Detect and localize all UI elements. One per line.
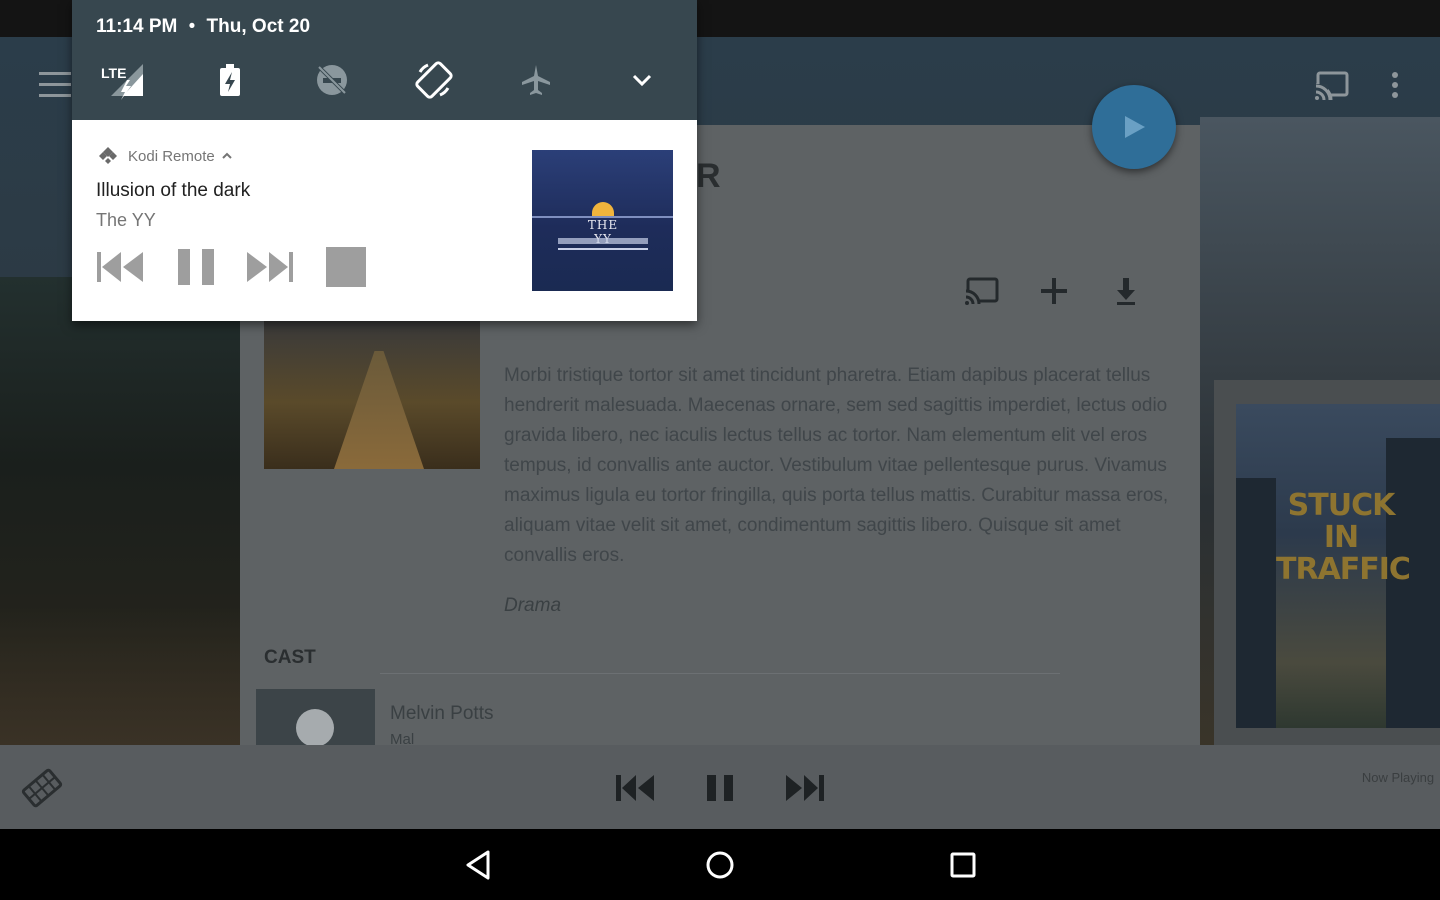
next-item-poster-title: STUCK IN TRAFFIC (1276, 488, 1411, 587)
card-action-bar (960, 271, 1160, 311)
status-separator: • (188, 16, 196, 37)
stop-button[interactable] (320, 244, 372, 290)
album-art-text: THE YY (587, 218, 619, 246)
notification-media-controls (94, 244, 394, 290)
next-item-poster: STUCK IN TRAFFIC (1236, 404, 1440, 728)
pause-button[interactable] (170, 244, 222, 290)
skip-next-icon (786, 775, 824, 801)
skip-previous-icon (616, 775, 654, 801)
battery-charging-icon[interactable] (204, 56, 256, 104)
status-time: 11:14 PM (96, 16, 178, 37)
now-playing-button[interactable]: Now Playing (1360, 769, 1436, 787)
skip-next-icon (247, 252, 293, 282)
cast-photo (256, 689, 375, 749)
page-title: R (696, 157, 722, 195)
notification-track-title: Illusion of the dark (96, 180, 251, 201)
pause-icon (178, 249, 214, 285)
play-button[interactable] (1092, 85, 1176, 169)
system-nav-bar (0, 829, 1440, 900)
skip-next-button[interactable] (780, 763, 830, 813)
chevron-down-icon[interactable] (616, 56, 668, 104)
chevron-up-icon[interactable] (221, 152, 233, 160)
cast-list-item[interactable]: Melvin Potts Mal (256, 689, 756, 749)
quick-settings: 11:14 PM • Thu, Oct 20 LTE (72, 0, 697, 120)
cast-icon[interactable] (960, 271, 1004, 311)
cast-heading: CAST (264, 647, 316, 668)
genre-label: Drama (504, 595, 562, 616)
media-notification[interactable]: Kodi Remote Illusion of the dark The YY … (72, 120, 697, 321)
play-icon (1125, 116, 1145, 138)
notification-shade: 11:14 PM • Thu, Oct 20 LTE Kodi Remote I… (72, 0, 697, 321)
recents-button[interactable] (941, 843, 985, 887)
kodi-icon (99, 147, 117, 164)
cast-icon[interactable] (1308, 65, 1356, 105)
plus-icon[interactable] (1032, 271, 1076, 311)
skip-previous-button[interactable] (94, 244, 146, 290)
cast-name: Melvin Potts (390, 703, 494, 724)
background-scene-left (0, 277, 240, 747)
do-not-disturb-icon[interactable] (306, 56, 358, 104)
quick-settings-row: LTE (96, 56, 676, 104)
next-item-card[interactable]: STUCK IN TRAFFIC (1214, 380, 1440, 749)
lte-signal-icon[interactable]: LTE (96, 56, 148, 104)
airplane-mode-icon[interactable] (510, 56, 562, 104)
playback-bar: Now Playing (0, 745, 1440, 829)
description-text: Morbi tristique tortor sit amet tincidun… (504, 365, 1169, 566)
pause-button[interactable] (695, 763, 745, 813)
notification-artist: The YY (96, 210, 156, 230)
lte-label: LTE (101, 65, 126, 81)
cast-divider (380, 673, 1060, 674)
skip-previous-button[interactable] (610, 763, 660, 813)
home-button[interactable] (698, 843, 742, 887)
download-icon[interactable] (1104, 271, 1148, 311)
status-clock: 11:14 PM • Thu, Oct 20 (96, 16, 310, 38)
back-icon (466, 850, 490, 880)
home-icon (706, 851, 734, 879)
more-vert-icon[interactable] (1378, 65, 1412, 105)
back-button[interactable] (456, 843, 500, 887)
pause-icon (707, 775, 733, 801)
recents-icon (950, 852, 976, 878)
skip-next-button[interactable] (244, 244, 296, 290)
playback-controls (610, 763, 840, 813)
album-art: THE YY (532, 150, 673, 291)
stop-icon (326, 247, 366, 287)
movie-poster (264, 321, 480, 469)
notification-app-name: Kodi Remote (128, 147, 215, 165)
remote-icon[interactable] (18, 765, 66, 811)
status-date: Thu, Oct 20 (206, 16, 311, 37)
auto-rotate-icon[interactable] (408, 56, 460, 104)
notification-header: Kodi Remote (98, 146, 233, 166)
skip-previous-icon (97, 252, 143, 282)
